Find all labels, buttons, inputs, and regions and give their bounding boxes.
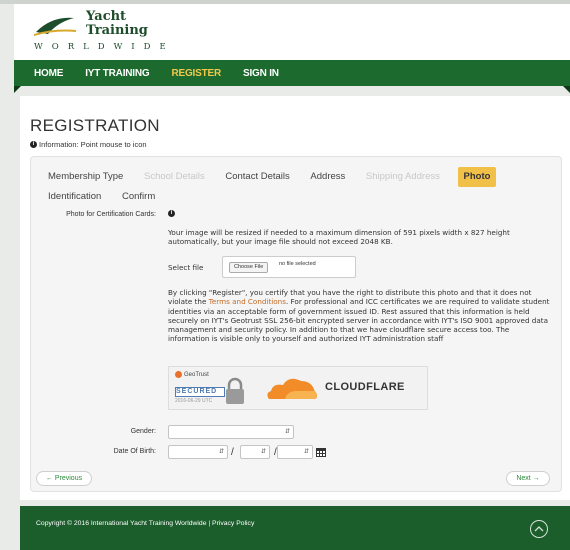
file-input[interactable]: Choose File no file selected — [222, 256, 356, 278]
select-arrows-icon: ⇵ — [260, 449, 266, 455]
chevron-up-icon — [534, 526, 544, 532]
photo-resize-text: Your image will be resized if needed to … — [168, 228, 510, 247]
step-shipping-address: Shipping Address — [365, 171, 440, 182]
dob-label: Date Of Birth: — [113, 448, 156, 455]
site-footer: Copyright © 2016 International Yacht Tra… — [20, 506, 570, 550]
step-identification[interactable]: Identification — [45, 187, 104, 207]
iyt-logo[interactable]: Yacht Training WORLDWIDE — [34, 10, 194, 58]
select-arrows-icon: ⇵ — [284, 429, 290, 435]
gender-select[interactable]: ⇵ — [168, 425, 294, 439]
select-file-label: Select file — [168, 263, 204, 272]
logo-line-worldwide: WORLDWIDE — [34, 42, 175, 52]
nav-ribbon-right — [563, 86, 570, 93]
nav-register[interactable]: REGISTER — [171, 68, 221, 79]
photo-info-icon[interactable]: i — [168, 210, 175, 217]
nav-iyt-training[interactable]: IYT TRAINING — [85, 68, 149, 79]
footer-copyright: Copyright © 2016 International Yacht Tra… — [36, 520, 255, 527]
geotrust-label: GeoTrust — [184, 372, 209, 379]
previous-button[interactable]: ← Previous — [36, 471, 92, 486]
select-arrows-icon: ⇵ — [303, 449, 309, 455]
geotrust-logo: GeoTrust — [175, 371, 209, 378]
padlock-icon — [226, 377, 244, 404]
dob-month-select[interactable]: ⇵ — [240, 445, 270, 459]
step-address[interactable]: Address — [307, 167, 348, 187]
nav-home[interactable]: HOME — [34, 68, 63, 79]
terms-link[interactable]: Terms and Conditions — [209, 297, 286, 306]
logo-line-training: Training — [86, 23, 148, 38]
site-header: Yacht Training WORLDWIDE — [14, 4, 570, 60]
photo-consent-text: By clicking "Register", you certify that… — [168, 288, 552, 344]
seal-date: 2016-06-29 UTC — [175, 398, 213, 404]
back-to-top-button[interactable] — [530, 520, 548, 538]
sail-logo-icon — [34, 17, 76, 36]
secured-label: SECURED — [175, 387, 225, 397]
calendar-icon[interactable] — [316, 448, 326, 457]
step-confirm[interactable]: Confirm — [119, 187, 158, 207]
choose-file-button[interactable]: Choose File — [229, 262, 269, 273]
page-title: REGISTRATION — [30, 116, 160, 135]
step-school-details: School Details — [143, 171, 205, 182]
gender-label: Gender: — [130, 428, 156, 435]
nav-ribbon-left — [14, 86, 21, 93]
info-hint-text: Information: Point mouse to icon — [39, 140, 147, 149]
dob-day-select[interactable]: ⇵ — [168, 445, 228, 459]
step-contact-details[interactable]: Contact Details — [222, 167, 292, 187]
nav-sign-in[interactable]: SIGN IN — [243, 68, 279, 79]
next-button[interactable]: Next → — [506, 471, 550, 486]
dob-separator: / — [231, 447, 234, 458]
registration-steps: Membership Type School Details Contact D… — [45, 167, 555, 207]
logo-line-yacht: Yacht — [86, 9, 127, 24]
info-hint: i Information: Point mouse to icon — [30, 140, 147, 149]
cloudflare-label: CLOUDFLARE — [325, 381, 405, 393]
cloudflare-cloud-icon — [267, 378, 317, 399]
step-photo[interactable]: Photo — [457, 167, 497, 187]
photo-label: Photo for Certification Cards: — [66, 211, 156, 218]
security-badges: GeoTrust SECURED 2016-06-29 UTC CLOUDFLA… — [168, 366, 428, 410]
info-icon: i — [30, 141, 37, 148]
geotrust-badge[interactable]: GeoTrust SECURED 2016-06-29 UTC — [173, 369, 251, 409]
select-arrows-icon: ⇵ — [218, 449, 224, 455]
step-membership-type[interactable]: Membership Type — [45, 167, 126, 187]
main-nav: HOME IYT TRAINING REGISTER SIGN IN — [14, 60, 570, 86]
dob-year-select[interactable]: ⇵ — [277, 445, 313, 459]
file-status: no file selected — [279, 261, 316, 267]
